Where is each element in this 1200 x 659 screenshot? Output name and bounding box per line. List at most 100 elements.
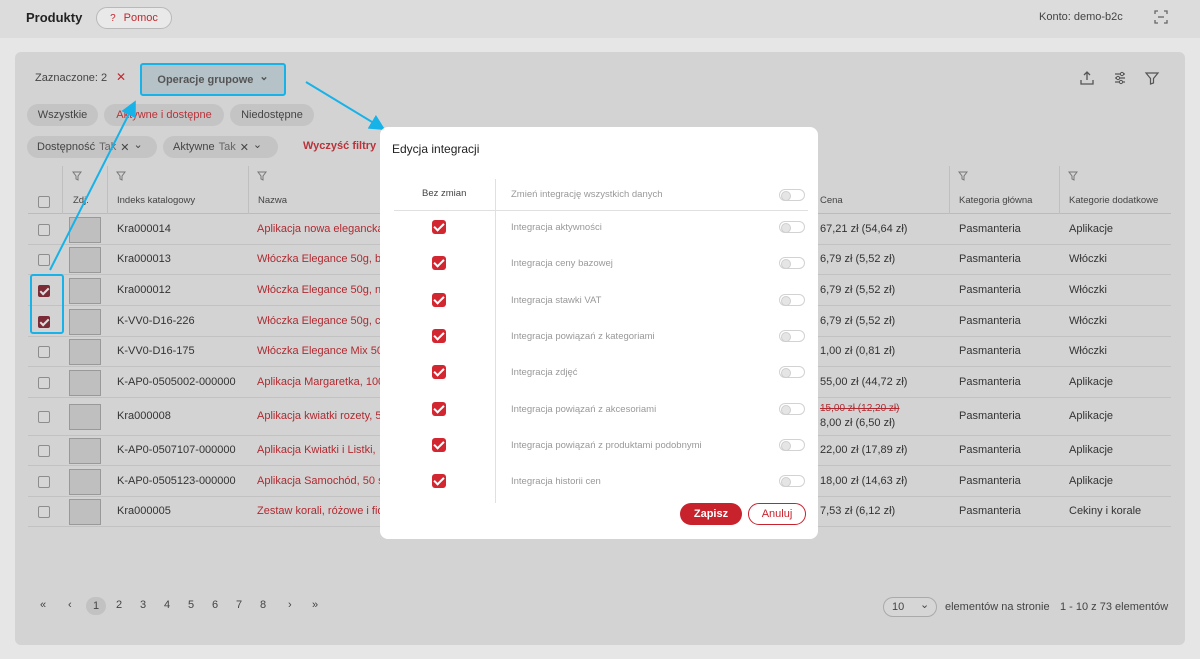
integration-option-toggle[interactable] (779, 475, 805, 487)
filter-availability[interactable]: Dostępność Tak ✕ ⌄ (27, 136, 157, 158)
no-change-checkbox[interactable] (432, 256, 446, 270)
product-thumbnail[interactable] (69, 308, 101, 335)
top-bar: Produkty ? Pomoc Konto: demo-b2c (0, 0, 1200, 38)
page-8-button[interactable]: 8 (260, 599, 266, 611)
product-name-link[interactable]: Aplikacja Margaretka, 100 (257, 376, 384, 388)
header-category[interactable]: Kategoria główna (959, 195, 1032, 206)
header-photo[interactable]: Zdj. (73, 195, 89, 206)
cancel-button[interactable]: Anuluj (748, 503, 806, 525)
extra-categories: Włóczki (1069, 283, 1107, 296)
page-6-button[interactable]: 6 (212, 599, 218, 611)
product-thumbnail[interactable] (69, 468, 101, 495)
page-3-button[interactable]: 3 (140, 599, 146, 611)
filter-icon[interactable] (1144, 70, 1160, 86)
row-checkbox[interactable] (38, 475, 50, 488)
product-name-link[interactable]: Aplikacja Samochód, 50 s (257, 475, 384, 487)
product-thumbnail[interactable] (69, 499, 101, 525)
row-checkbox[interactable] (38, 445, 50, 457)
page-4-button[interactable]: 4 (164, 599, 170, 611)
column-filter-icon[interactable] (257, 171, 267, 181)
chevron-down-icon: ⌄ (252, 138, 263, 151)
product-name-link[interactable]: Włóczka Elegance 50g, b (257, 253, 381, 265)
help-button[interactable]: ? Pomoc (96, 7, 172, 29)
integration-option-toggle[interactable] (779, 294, 805, 306)
main-category: Pasmanteria (959, 253, 1021, 265)
total-count: 1 - 10 z 73 elementów (1060, 601, 1169, 613)
product-name-link[interactable]: Włóczka Elegance Mix 50 (257, 345, 383, 357)
no-change-checkbox[interactable] (432, 402, 446, 416)
select-all-checkbox[interactable] (38, 196, 50, 208)
last-page-button[interactable]: » (312, 599, 318, 611)
no-change-checkbox[interactable] (432, 293, 446, 307)
close-icon[interactable]: ✕ (120, 141, 129, 154)
tab-all[interactable]: Wszystkie (27, 104, 98, 126)
export-icon[interactable] (1079, 70, 1095, 86)
page-2-button[interactable]: 2 (116, 599, 122, 611)
row-checkbox[interactable] (38, 223, 50, 236)
product-thumbnail[interactable] (69, 339, 101, 365)
main-category: Pasmanteria (959, 375, 1021, 388)
catalog-index: Kra000013 (117, 253, 171, 265)
no-change-checkbox[interactable] (432, 365, 446, 379)
column-filter-icon[interactable] (116, 171, 126, 181)
settings-sliders-icon[interactable] (1112, 70, 1128, 86)
clear-selection-icon[interactable]: ✕ (116, 70, 126, 84)
integration-option-toggle[interactable] (779, 257, 805, 269)
no-change-checkbox[interactable] (432, 474, 446, 488)
product-thumbnail[interactable] (69, 216, 101, 243)
change-all-toggle[interactable] (779, 189, 805, 201)
product-name-link[interactable]: Aplikacja Kwiatki i Listki, (257, 444, 376, 456)
header-extra-categories[interactable]: Kategorie dodatkowe (1069, 195, 1158, 206)
page-1-button[interactable]: 1 (86, 597, 106, 615)
page-5-button[interactable]: 5 (188, 599, 194, 611)
old-price: 15,00 zł (12,20 zł) (820, 403, 900, 414)
header-price[interactable]: Cena (820, 195, 843, 206)
product-name-link[interactable]: Aplikacja kwiatki rozety, 5 (257, 410, 382, 422)
integration-option-toggle[interactable] (779, 366, 805, 378)
next-page-button[interactable]: › (288, 599, 292, 611)
product-thumbnail[interactable] (69, 247, 101, 273)
column-filter-icon[interactable] (72, 171, 82, 181)
no-change-checkbox[interactable] (432, 438, 446, 452)
catalog-index: Kra000005 (117, 505, 171, 517)
integration-option-toggle[interactable] (779, 403, 805, 415)
fullscreen-icon[interactable] (1154, 10, 1168, 24)
product-name-link[interactable]: Włóczka Elegance 50g, n (257, 284, 381, 296)
integration-option-toggle[interactable] (779, 330, 805, 342)
per-page-select[interactable]: 10 ⌄ (883, 597, 937, 617)
clear-filters-link[interactable]: Wyczyść filtry (303, 140, 376, 152)
save-button[interactable]: Zapisz (680, 503, 742, 525)
product-name-link[interactable]: Zestaw korali, różowe i fio (257, 505, 384, 517)
row-checkbox[interactable] (38, 346, 50, 358)
product-thumbnail[interactable] (69, 438, 101, 464)
catalog-index: Kra000008 (117, 410, 171, 422)
column-filter-icon[interactable] (958, 171, 968, 181)
row-checkbox[interactable] (38, 376, 50, 389)
page-number: 1 (86, 597, 106, 615)
group-operations-button[interactable]: Operacje grupowe ⌄ (140, 63, 286, 96)
product-thumbnail[interactable] (69, 404, 101, 430)
row-checkbox[interactable] (38, 506, 50, 518)
page-7-button[interactable]: 7 (236, 599, 242, 611)
tab-active-available[interactable]: Aktywne i dostępne (104, 104, 224, 126)
integration-option-toggle[interactable] (779, 221, 805, 233)
filter-active[interactable]: Aktywne Tak ✕ ⌄ (163, 136, 278, 158)
prev-page-button[interactable]: ‹ (68, 599, 72, 611)
catalog-index: Kra000012 (117, 283, 171, 296)
close-icon[interactable]: ✕ (240, 141, 249, 154)
column-filter-icon[interactable] (1068, 171, 1078, 181)
header-index[interactable]: Indeks katalogowy (117, 195, 195, 206)
row-checkbox[interactable] (38, 254, 50, 266)
price: 1,00 zł (0,81 zł) (820, 345, 896, 357)
row-checkbox[interactable] (38, 411, 50, 423)
product-thumbnail[interactable] (69, 369, 101, 396)
product-name-link[interactable]: Aplikacja nowa elegancka (257, 223, 384, 235)
first-page-button[interactable]: « (40, 599, 46, 611)
product-thumbnail[interactable] (69, 277, 101, 304)
no-change-checkbox[interactable] (432, 329, 446, 343)
header-name[interactable]: Nazwa (258, 195, 287, 206)
tab-unavailable[interactable]: Niedostępne (230, 104, 314, 126)
integration-option-toggle[interactable] (779, 439, 805, 451)
product-name-link[interactable]: Włóczka Elegance 50g, c (257, 315, 381, 327)
no-change-checkbox[interactable] (432, 220, 446, 234)
